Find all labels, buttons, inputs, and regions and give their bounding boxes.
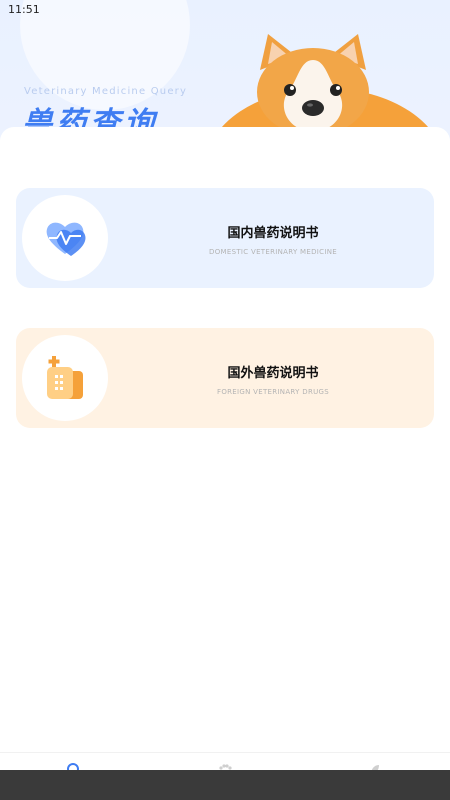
card-subtitle: FOREIGN VETERINARY DRUGS — [217, 388, 329, 396]
hospital-building-icon — [47, 356, 83, 399]
icon-circle — [22, 195, 108, 281]
heart-pulse-icon — [46, 222, 86, 256]
bottom-nav — [0, 752, 450, 771]
system-navigation-bar — [0, 770, 450, 800]
card-title: 国外兽药说明书 — [227, 366, 319, 381]
card-subtitle: DOMESTIC VETERINARY MEDICINE — [209, 248, 337, 256]
card-title: 国内兽药说明书 — [227, 226, 319, 241]
domestic-medicine-card[interactable]: 国内兽药说明书 DOMESTIC VETERINARY MEDICINE — [16, 188, 434, 288]
foreign-medicine-card[interactable]: 国外兽药说明书 FOREIGN VETERINARY DRUGS — [16, 328, 434, 428]
status-bar-time: 11:51 — [8, 3, 40, 16]
header-subtitle: Veterinary Medicine Query — [24, 86, 188, 97]
corgi-illustration — [257, 34, 369, 136]
icon-circle — [22, 335, 108, 421]
